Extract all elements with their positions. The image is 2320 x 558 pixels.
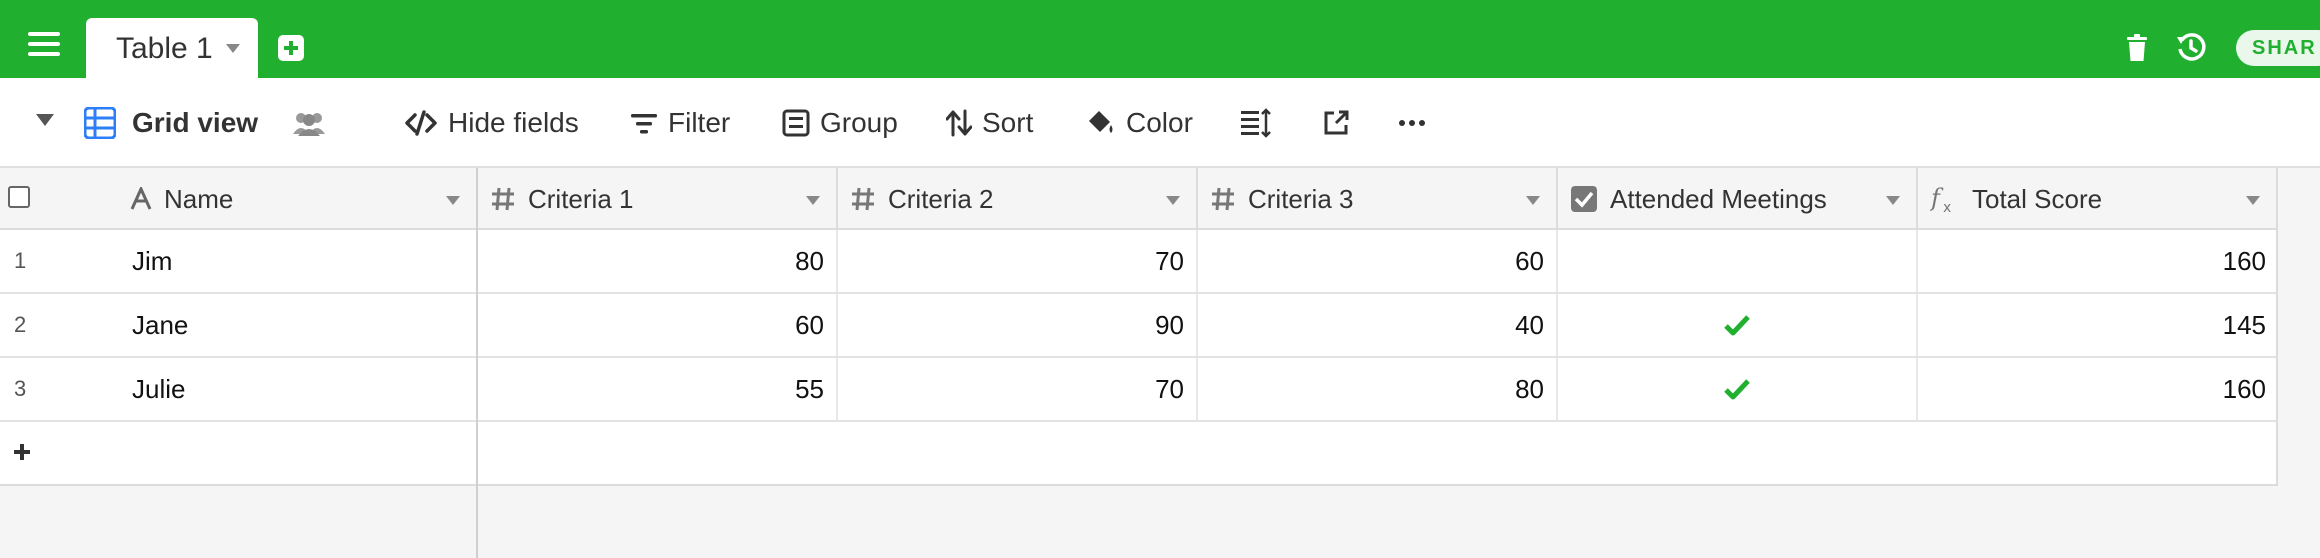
add-record-row[interactable] <box>0 422 2278 486</box>
cell-criteria-1[interactable]: 60 <box>478 294 838 356</box>
cell-criteria-3[interactable]: 80 <box>1198 358 1558 420</box>
header-row: Name Criteria 1 Criteria 2 Criteria 3 At… <box>0 168 2278 230</box>
tab-label: Table 1 <box>116 32 213 65</box>
sort-button[interactable]: Sort <box>946 78 1033 168</box>
grid-view-icon <box>84 107 116 139</box>
table-row[interactable]: 1 Jim 80 70 60 160 <box>0 230 2278 294</box>
external-link-icon <box>1324 110 1349 135</box>
svg-text:f: f <box>1930 184 1944 212</box>
cell-total-score[interactable]: 145 <box>1918 294 2278 356</box>
text-icon <box>130 187 152 211</box>
checkmark-icon <box>1724 315 1750 336</box>
number-icon <box>1210 186 1236 212</box>
filter-icon <box>631 114 657 134</box>
cell-criteria-2[interactable]: 90 <box>838 294 1198 356</box>
checkbox-icon <box>1570 185 1598 213</box>
cell-name[interactable]: Julie <box>0 358 478 420</box>
cell-attended-meetings[interactable] <box>1558 230 1918 292</box>
cell-name[interactable]: Jim <box>0 230 478 292</box>
cell-total-score[interactable]: 160 <box>1918 358 2278 420</box>
hide-fields-label: Hide fields <box>448 107 579 138</box>
filter-label: Filter <box>668 107 731 138</box>
grid-right-border <box>2276 168 2278 486</box>
eye-slash-icon <box>405 110 437 136</box>
sort-label: Sort <box>982 107 1034 138</box>
column-header-name[interactable]: Name <box>0 168 478 230</box>
people-icon <box>293 113 325 136</box>
column-label: Attended Meetings <box>1610 183 1827 214</box>
column-label: Total Score <box>1972 183 2103 214</box>
chevron-down-icon[interactable] <box>226 44 240 53</box>
chevron-down-icon[interactable] <box>446 196 460 205</box>
view-toolbar: Grid view Hide fields Filter Group Sort … <box>0 78 2320 168</box>
plus-icon[interactable] <box>12 442 32 462</box>
history-icon[interactable] <box>2176 32 2206 62</box>
more-options-button[interactable] <box>1398 78 1426 168</box>
column-label: Criteria 2 <box>888 183 994 214</box>
cell-criteria-1[interactable]: 80 <box>478 230 838 292</box>
column-label: Criteria 1 <box>528 183 634 214</box>
number-icon <box>850 186 876 212</box>
formula-icon: fx <box>1930 184 1960 214</box>
column-header-criteria-2[interactable]: Criteria 2 <box>838 168 1198 230</box>
group-button[interactable]: Group <box>782 78 898 168</box>
chevron-down-icon[interactable] <box>2246 196 2260 205</box>
collaborators-button[interactable] <box>292 78 326 168</box>
row-height-icon <box>1241 108 1271 138</box>
trash-icon[interactable] <box>2126 34 2148 62</box>
frozen-column-divider <box>476 168 478 558</box>
cell-criteria-2[interactable]: 70 <box>838 230 1198 292</box>
group-icon <box>782 109 810 137</box>
menu-icon[interactable] <box>28 32 60 56</box>
row-height-button[interactable] <box>1240 78 1272 168</box>
share-button[interactable]: SHAR <box>2236 30 2320 66</box>
view-switcher[interactable]: Grid view <box>84 78 258 168</box>
add-table-icon[interactable] <box>278 35 304 61</box>
number-icon <box>490 186 516 212</box>
table-row[interactable]: 2 Jane 60 90 40 145 <box>0 294 2278 358</box>
cell-criteria-2[interactable]: 70 <box>838 358 1198 420</box>
cell-criteria-1[interactable]: 55 <box>478 358 838 420</box>
chevron-down-icon[interactable] <box>1166 196 1180 205</box>
table-row[interactable]: 3 Julie 55 70 80 160 <box>0 358 2278 422</box>
group-label: Group <box>820 107 898 138</box>
chevron-down-icon[interactable] <box>36 114 54 126</box>
column-header-total-score[interactable]: fx Total Score <box>1918 168 2278 230</box>
hide-fields-button[interactable]: Hide fields <box>404 78 579 168</box>
select-all-checkbox[interactable] <box>8 186 30 208</box>
share-view-button[interactable] <box>1322 78 1350 168</box>
column-header-criteria-3[interactable]: Criteria 3 <box>1198 168 1558 230</box>
chevron-down-icon[interactable] <box>1886 196 1900 205</box>
cell-total-score[interactable]: 160 <box>1918 230 2278 292</box>
ellipsis-icon <box>1399 120 1425 126</box>
cell-attended-meetings[interactable] <box>1558 358 1918 420</box>
column-header-criteria-1[interactable]: Criteria 1 <box>478 168 838 230</box>
chevron-down-icon[interactable] <box>806 196 820 205</box>
cell-attended-meetings[interactable] <box>1558 294 1918 356</box>
cell-name[interactable]: Jane <box>0 294 478 356</box>
color-label: Color <box>1126 107 1193 138</box>
paint-bucket-icon <box>1089 111 1113 133</box>
filter-button[interactable]: Filter <box>630 78 730 168</box>
color-button[interactable]: Color <box>1086 78 1193 168</box>
column-label: Name <box>164 183 234 214</box>
top-bar: Table 1 SHAR <box>0 0 2320 78</box>
checkmark-icon <box>1724 379 1750 400</box>
column-header-attended-meetings[interactable]: Attended Meetings <box>1558 168 1918 230</box>
view-name: Grid view <box>132 107 259 138</box>
sort-icon <box>946 109 972 137</box>
data-grid: Name Criteria 1 Criteria 2 Criteria 3 At… <box>0 168 2320 558</box>
svg-text:x: x <box>1943 200 1951 214</box>
column-label: Criteria 3 <box>1248 183 1354 214</box>
cell-criteria-3[interactable]: 40 <box>1198 294 1558 356</box>
chevron-down-icon[interactable] <box>1526 196 1540 205</box>
tab-table-1[interactable]: Table 1 <box>86 18 258 78</box>
cell-criteria-3[interactable]: 60 <box>1198 230 1558 292</box>
